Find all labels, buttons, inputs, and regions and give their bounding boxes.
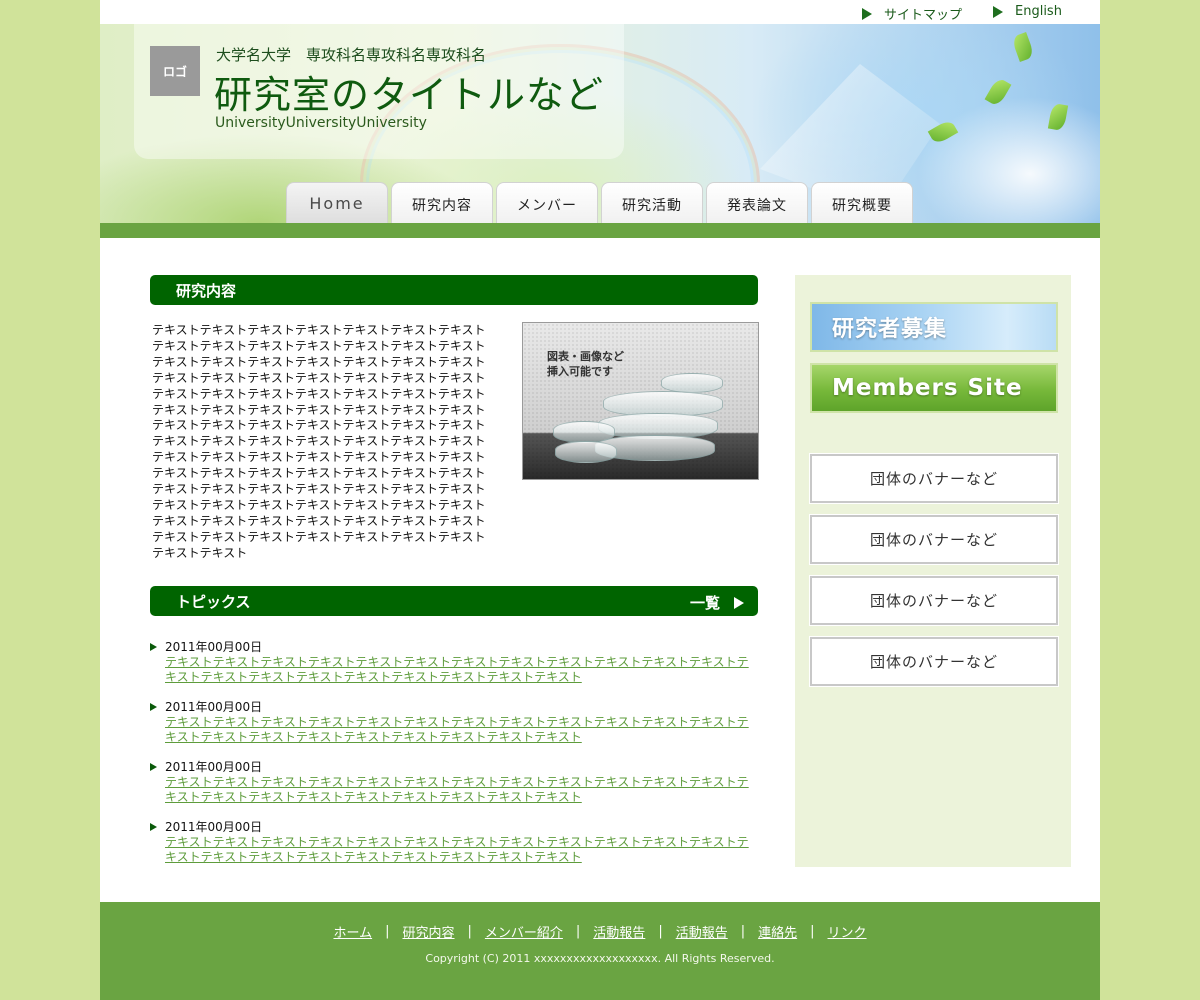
topics-heading: トピックス — [176, 592, 251, 611]
footer-link-members[interactable]: メンバー紹介 — [485, 922, 563, 941]
tab-research[interactable]: 研究内容 — [391, 182, 493, 223]
triangle-right-icon — [993, 5, 1003, 18]
topic-item: 2011年00月00日 テキストテキストテキストテキストテキストテキストテキスト… — [150, 638, 760, 685]
university-line: 大学名大学 専攻科名専攻科名専攻科名 — [216, 46, 487, 64]
topics-more-link[interactable]: 一覧 — [690, 592, 744, 613]
tab-overview[interactable]: 研究概要 — [811, 182, 913, 223]
topic-date: 2011年00月00日 — [165, 760, 263, 774]
topic-date: 2011年00月00日 — [165, 640, 263, 654]
topic-item: 2011年00月00日 テキストテキストテキストテキストテキストテキストテキスト… — [150, 818, 760, 865]
leaf-decoration — [984, 76, 1012, 108]
english-label: English — [1015, 4, 1062, 19]
org-banner[interactable]: 団体のバナーなど — [809, 514, 1059, 565]
bullet-triangle-icon — [150, 763, 157, 771]
copyright: Copyright (C) 2011 xxxxxxxxxxxxxxxxxxx. … — [425, 952, 775, 965]
tab-papers[interactable]: 発表論文 — [706, 182, 808, 223]
members-site-banner[interactable]: Members Site — [810, 363, 1058, 413]
topic-date-row: 2011年00月00日 — [150, 698, 760, 715]
triangle-right-icon — [862, 7, 872, 20]
utility-links: サイトマップ English — [100, 0, 1100, 24]
topic-date: 2011年00月00日 — [165, 700, 263, 714]
petri-dish-image — [661, 373, 723, 393]
org-banner[interactable]: 団体のバナーなど — [809, 636, 1059, 687]
footer-link-activity-2[interactable]: 活動報告 — [676, 922, 728, 941]
footer-link-contact[interactable]: 連絡先 — [758, 922, 797, 941]
sitemap-link[interactable]: サイトマップ — [862, 4, 962, 23]
topic-link[interactable]: テキストテキストテキストテキストテキストテキストテキストテキストテキストテキスト… — [165, 835, 751, 865]
topic-date-row: 2011年00月00日 — [150, 638, 760, 655]
org-banner[interactable]: 団体のバナーなど — [809, 453, 1059, 504]
triangle-right-icon — [734, 596, 744, 609]
leaf-decoration — [1047, 102, 1069, 132]
footer-gap — [100, 892, 1100, 902]
topic-item: 2011年00月00日 テキストテキストテキストテキストテキストテキストテキスト… — [150, 758, 760, 805]
site-subtitle: UniversityUniversityUniversity — [215, 115, 427, 131]
research-heading: 研究内容 — [176, 281, 237, 300]
footer-separator: | — [810, 924, 815, 939]
topics-heading-bar: トピックス 一覧 — [150, 586, 758, 616]
footer-link-links[interactable]: リンク — [828, 922, 867, 941]
footer-separator: | — [467, 924, 472, 939]
footer-separator: | — [658, 924, 663, 939]
footer: ホーム | 研究内容 | メンバー紹介 | 活動報告 | 活動報告 | 連絡先 … — [100, 902, 1100, 1000]
bullet-triangle-icon — [150, 643, 157, 651]
petri-dish-image — [555, 441, 617, 463]
more-label: 一覧 — [689, 594, 720, 612]
page: サイトマップ English ロゴ 大学名大学 専攻科名専攻科名専攻科名 研究室… — [100, 0, 1100, 1000]
sitemap-label: サイトマップ — [884, 8, 963, 23]
tab-home[interactable]: Home — [286, 182, 388, 223]
footer-link-activity-1[interactable]: 活動報告 — [593, 922, 645, 941]
logo[interactable]: ロゴ — [150, 46, 200, 96]
leaf-decoration — [1011, 32, 1035, 62]
footer-separator: | — [575, 924, 581, 939]
topic-item: 2011年00月00日 テキストテキストテキストテキストテキストテキストテキスト… — [150, 698, 760, 745]
nav-strip — [100, 223, 1100, 238]
tab-activities[interactable]: 研究活動 — [601, 182, 703, 223]
topic-link[interactable]: テキストテキストテキストテキストテキストテキストテキストテキストテキストテキスト… — [165, 655, 751, 685]
petri-dish-image — [553, 421, 615, 443]
topic-date: 2011年00月00日 — [165, 820, 263, 834]
footer-link-research[interactable]: 研究内容 — [402, 922, 454, 941]
research-heading-bar: 研究内容 — [150, 275, 758, 305]
header-banner: ロゴ 大学名大学 専攻科名専攻科名専攻科名 研究室のタイトルなど Univers… — [100, 24, 1100, 223]
topic-link[interactable]: テキストテキストテキストテキストテキストテキストテキストテキストテキストテキスト… — [165, 715, 751, 745]
research-figure: 図表・画像など 挿入可能です — [522, 322, 759, 480]
topic-date-row: 2011年00月00日 — [150, 758, 760, 775]
footer-link-home[interactable]: ホーム — [333, 922, 372, 941]
site-title: 研究室のタイトルなど — [214, 73, 605, 117]
bullet-triangle-icon — [150, 703, 157, 711]
bullet-triangle-icon — [150, 823, 157, 831]
topic-link[interactable]: テキストテキストテキストテキストテキストテキストテキストテキストテキストテキスト… — [165, 775, 751, 805]
footer-separator: | — [740, 924, 746, 939]
sidebar: 研究者募集 Members Site 団体のバナーなど 団体のバナーなど 団体の… — [795, 275, 1071, 867]
english-link[interactable]: English — [993, 4, 1062, 19]
research-text: テキストテキストテキストテキストテキストテキストテキストテキストテキストテキスト… — [152, 323, 486, 560]
figure-caption: 図表・画像など 挿入可能です — [547, 350, 624, 378]
org-banner[interactable]: 団体のバナーなど — [809, 575, 1059, 626]
main-nav: Home 研究内容 メンバー 研究活動 発表論文 研究概要 — [286, 182, 913, 223]
footer-separator: | — [385, 924, 390, 939]
recruit-banner[interactable]: 研究者募集 — [810, 302, 1058, 352]
footer-nav: ホーム | 研究内容 | メンバー紹介 | 活動報告 | 活動報告 | 連絡先 … — [100, 922, 1100, 941]
tab-members[interactable]: メンバー — [496, 182, 598, 223]
topic-date-row: 2011年00月00日 — [150, 818, 760, 835]
